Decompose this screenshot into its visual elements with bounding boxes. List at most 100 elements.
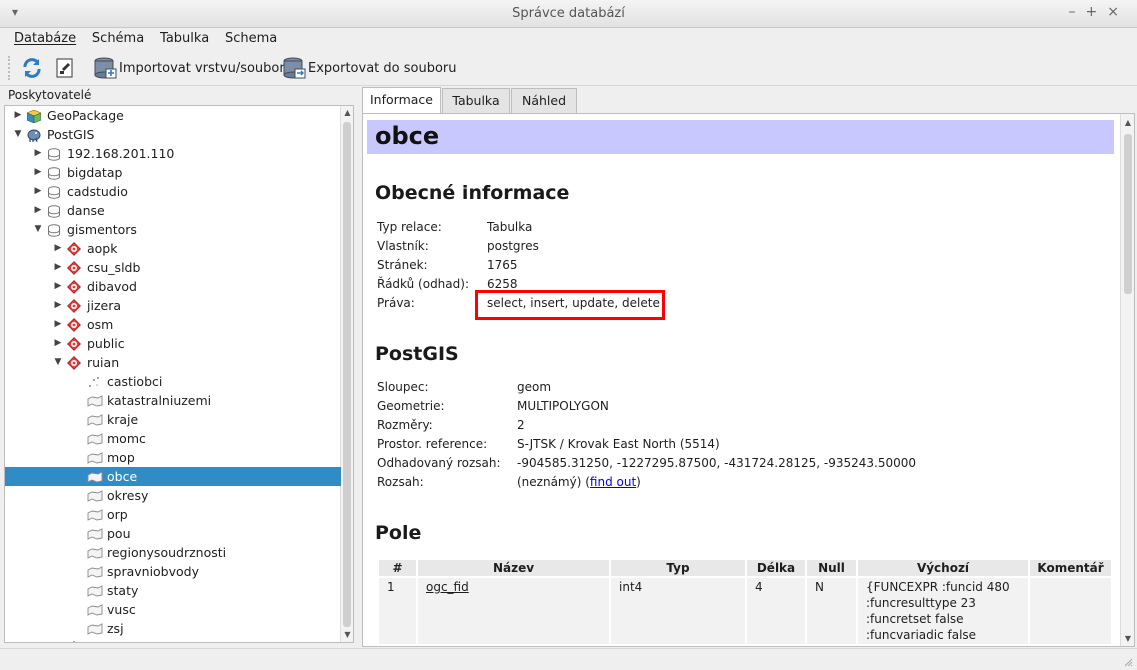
tree-item-pou[interactable]: pou — [5, 524, 341, 543]
tree-item-katastralniuzemi[interactable]: katastralniuzemi — [5, 391, 341, 410]
extent-unknown: (neznámý) ( — [517, 475, 590, 489]
toolbar: Importovat vrstvu/soubor Exportovat do s… — [0, 50, 1137, 86]
tree-item-danse[interactable]: ▶ danse — [5, 201, 341, 220]
tree-item-momc[interactable]: momc — [5, 429, 341, 448]
general-info-title: Obecné informace — [375, 182, 570, 204]
providers-tree[interactable]: ▲ ▼ ▶ GeoPackage ▼ PostGIS ▶ 192.168.201.110 ▶… — [4, 105, 354, 643]
scroll-up-icon[interactable]: ▲ — [1121, 116, 1134, 130]
tree-item-gismentors[interactable]: ▼ gismentors — [5, 220, 341, 239]
tree-scrollbar[interactable]: ▲ ▼ — [340, 106, 353, 642]
tab-nahled[interactable]: Náhled — [511, 88, 577, 113]
schema-icon — [67, 318, 81, 332]
database-import-icon — [94, 57, 117, 79]
expand-arrow-icon[interactable]: ▶ — [53, 334, 63, 353]
import-layer-button[interactable]: Importovat vrstvu/soubor — [93, 54, 285, 82]
expand-arrow-icon[interactable]: ▶ — [33, 201, 43, 220]
tree-item-regionysoudrznosti[interactable]: regionysoudrznosti — [5, 543, 341, 562]
fields-header-comment: Komentář — [1030, 560, 1111, 576]
collapse-arrow-icon[interactable]: ▼ — [53, 353, 63, 372]
schema-icon — [67, 641, 81, 642]
expand-arrow-icon[interactable]: ▶ — [33, 163, 43, 182]
postgis-title: PostGIS — [375, 343, 459, 365]
expand-arrow-icon[interactable]: ▶ — [53, 315, 63, 334]
sql-window-button[interactable] — [54, 54, 76, 82]
tree-item-bigdatap[interactable]: ▶ bigdatap — [5, 163, 341, 182]
info-scrollbar[interactable]: ▲ ▼ — [1120, 114, 1134, 646]
tree-item-mop[interactable]: mop — [5, 448, 341, 467]
tree-item-osm[interactable]: ▶ osm — [5, 315, 341, 334]
pages-key: Stránek: — [377, 258, 428, 272]
schema-icon — [67, 299, 81, 313]
expand-arrow-icon[interactable]: ▶ — [53, 638, 63, 642]
scroll-up-icon[interactable]: ▲ — [341, 106, 353, 120]
scrollbar-thumb[interactable] — [343, 122, 351, 627]
tree-item-castiobci[interactable]: castiobci — [5, 372, 341, 391]
tab-tabulka[interactable]: Tabulka — [442, 88, 510, 113]
polygon-layer-icon — [87, 432, 103, 445]
menu-tabulka[interactable]: Tabulka — [160, 28, 209, 50]
toolbar-grip[interactable] — [8, 56, 12, 80]
tree-item-label: csu_sldb — [87, 260, 141, 275]
scroll-down-icon[interactable]: ▼ — [1121, 632, 1134, 646]
polygon-layer-icon — [87, 603, 103, 616]
tree-item-label: dibavod — [87, 279, 137, 294]
menu-schema-2[interactable]: Schema — [225, 28, 277, 50]
sql-window-icon — [56, 58, 73, 78]
expand-arrow-icon[interactable]: ▶ — [53, 239, 63, 258]
tree-item-okresy[interactable]: okresy — [5, 486, 341, 505]
tree-item-ruian[interactable]: ▼ ruian — [5, 353, 341, 372]
tree-item-192-168-201-110[interactable]: ▶ 192.168.201.110 — [5, 144, 341, 163]
fields-header-type: Typ — [611, 560, 745, 576]
window-controls[interactable]: –+× — [1069, 4, 1129, 20]
tree-item-dibavod[interactable]: ▶ dibavod — [5, 277, 341, 296]
collapse-arrow-icon[interactable]: ▼ — [33, 220, 43, 239]
tree-item-staty[interactable]: staty — [5, 581, 341, 600]
tab-informace[interactable]: Informace — [362, 87, 441, 114]
scrollbar-thumb[interactable] — [1124, 134, 1132, 294]
scroll-down-icon[interactable]: ▼ — [341, 628, 353, 642]
tree-item-postgis[interactable]: ▼ PostGIS — [5, 125, 341, 144]
expand-arrow-icon[interactable]: ▶ — [13, 106, 23, 125]
tree-item-public[interactable]: ▶ public — [5, 334, 341, 353]
tree-item-label: ruian — [87, 355, 120, 370]
field-name-link[interactable]: ogc_fid — [426, 580, 469, 594]
tree-item-cadstudio[interactable]: ▶ cadstudio — [5, 182, 341, 201]
tree-item-csu-sldb[interactable]: ▶ csu_sldb — [5, 258, 341, 277]
export-file-button[interactable]: Exportovat do souboru — [282, 54, 457, 82]
database-icon — [47, 204, 61, 218]
tree-item-vusc[interactable]: vusc — [5, 600, 341, 619]
tree-item-spravniobvody[interactable]: spravniobvody — [5, 562, 341, 581]
find-out-link[interactable]: find out — [590, 475, 636, 489]
expand-arrow-icon[interactable]: ▶ — [33, 144, 43, 163]
menu-schema[interactable]: Schéma — [92, 28, 144, 50]
providers-panel: Poskytovatelé ▲ ▼ ▶ GeoPackage ▼ PostGIS ▶ 19… — [4, 86, 354, 648]
expand-arrow-icon[interactable]: ▶ — [53, 296, 63, 315]
info-panel: obce Obecné informace Typ relace: Tabulk… — [362, 113, 1135, 647]
schema-icon — [67, 242, 81, 256]
point-layer-icon — [87, 375, 101, 388]
tree-item-orp[interactable]: orp — [5, 505, 341, 524]
resize-grip-icon[interactable] — [1123, 657, 1133, 667]
menu-databaze[interactable]: Databáze — [14, 28, 76, 50]
tree-item-geopackage[interactable]: ▶ GeoPackage — [5, 106, 341, 125]
refresh-button[interactable] — [20, 54, 44, 82]
expand-arrow-icon[interactable]: ▶ — [53, 277, 63, 296]
estimated-extent-value: -904585.31250, -1227295.87500, -431724.2… — [517, 456, 917, 470]
tree-item-zsj[interactable]: zsj — [5, 619, 341, 638]
polygon-layer-icon — [87, 413, 103, 426]
tree-item-obce[interactable]: obce — [5, 467, 341, 486]
tree-item-jizera[interactable]: ▶ jizera — [5, 296, 341, 315]
tree-item-label: 192.168.201.110 — [67, 146, 175, 161]
tree-item-ruian-praha[interactable]: ▶ ruian_praha — [5, 638, 341, 642]
expand-arrow-icon[interactable]: ▶ — [33, 182, 43, 201]
tree-item-label: gismentors — [67, 222, 137, 237]
table-name: obce — [375, 122, 440, 150]
schema-icon — [67, 261, 81, 275]
expand-arrow-icon[interactable]: ▶ — [53, 258, 63, 277]
tree-item-label: staty — [107, 583, 139, 598]
tree-item-label: zsj — [107, 621, 124, 636]
tree-item-aopk[interactable]: ▶ aopk — [5, 239, 341, 258]
collapse-arrow-icon[interactable]: ▼ — [13, 125, 23, 144]
tree-item-kraje[interactable]: kraje — [5, 410, 341, 429]
database-icon — [47, 166, 61, 180]
